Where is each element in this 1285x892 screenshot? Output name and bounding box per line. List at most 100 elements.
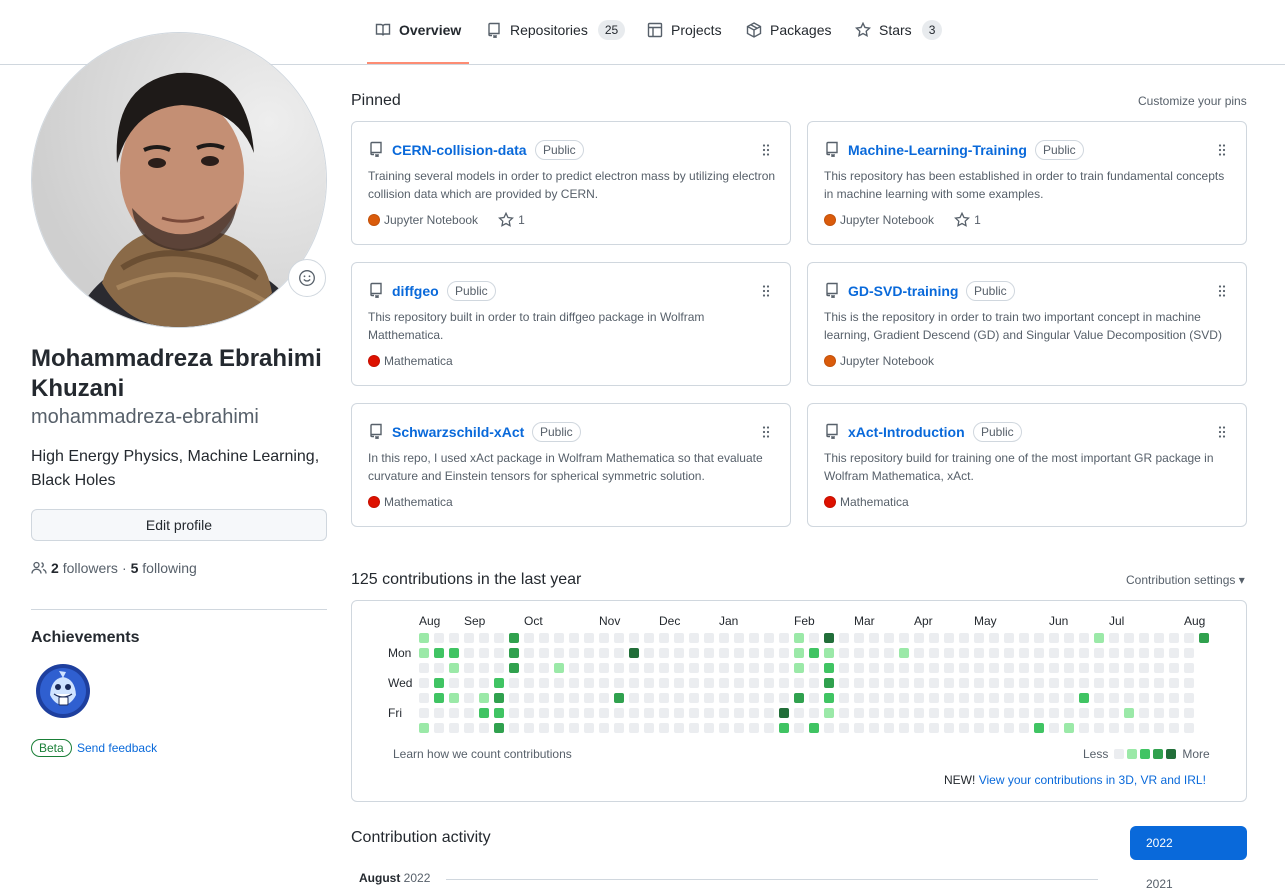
contribution-day[interactable]: [1109, 663, 1119, 673]
contribution-day[interactable]: [509, 723, 519, 733]
contribution-day[interactable]: [794, 723, 804, 733]
contribution-day[interactable]: [479, 678, 489, 688]
contribution-day[interactable]: [674, 648, 684, 658]
contribution-day[interactable]: [929, 678, 939, 688]
contribution-day[interactable]: [434, 648, 444, 658]
contribution-day[interactable]: [854, 708, 864, 718]
contribution-day[interactable]: [674, 678, 684, 688]
edit-profile-button[interactable]: Edit profile: [31, 509, 327, 541]
drag-handle-icon[interactable]: [758, 142, 774, 158]
contribution-day[interactable]: [719, 708, 729, 718]
contribution-day[interactable]: [1064, 663, 1074, 673]
contribution-day[interactable]: [464, 723, 474, 733]
contribution-day[interactable]: [629, 648, 639, 658]
contribution-day[interactable]: [569, 723, 579, 733]
contribution-day[interactable]: [554, 648, 564, 658]
contribution-day[interactable]: [929, 723, 939, 733]
contribution-day[interactable]: [1064, 693, 1074, 703]
contribution-day[interactable]: [509, 678, 519, 688]
contribution-day[interactable]: [584, 663, 594, 673]
contribution-day[interactable]: [839, 708, 849, 718]
contribution-day[interactable]: [689, 648, 699, 658]
contribution-day[interactable]: [1184, 648, 1194, 658]
contribution-day[interactable]: [989, 693, 999, 703]
contribution-day[interactable]: [929, 708, 939, 718]
contribution-day[interactable]: [659, 693, 669, 703]
contribution-day[interactable]: [1079, 678, 1089, 688]
contribution-day[interactable]: [659, 708, 669, 718]
contribution-day[interactable]: [1139, 723, 1149, 733]
contribution-day[interactable]: [809, 633, 819, 643]
contribution-day[interactable]: [689, 633, 699, 643]
contribution-day[interactable]: [1034, 633, 1044, 643]
contribution-day[interactable]: [1094, 648, 1104, 658]
contribution-day[interactable]: [704, 708, 714, 718]
contribution-day[interactable]: [1139, 633, 1149, 643]
contribution-day[interactable]: [419, 708, 429, 718]
contribution-day[interactable]: [1004, 633, 1014, 643]
contribution-day[interactable]: [1049, 633, 1059, 643]
contribution-day[interactable]: [524, 663, 534, 673]
contribution-day[interactable]: [719, 663, 729, 673]
contribution-day[interactable]: [929, 648, 939, 658]
contribution-day[interactable]: [599, 663, 609, 673]
contribution-day[interactable]: [449, 648, 459, 658]
repo-name-link[interactable]: Machine-Learning-Training: [848, 140, 1027, 160]
contribution-day[interactable]: [884, 723, 894, 733]
contribution-day[interactable]: [479, 648, 489, 658]
contribution-day[interactable]: [1019, 693, 1029, 703]
contribution-day[interactable]: [449, 708, 459, 718]
contribution-day[interactable]: [1034, 648, 1044, 658]
contribution-day[interactable]: [749, 723, 759, 733]
contribution-day[interactable]: [869, 663, 879, 673]
contribution-day[interactable]: [914, 693, 924, 703]
contribution-day[interactable]: [704, 723, 714, 733]
contribution-day[interactable]: [794, 648, 804, 658]
contribution-day[interactable]: [809, 678, 819, 688]
contribution-day[interactable]: [749, 663, 759, 673]
contribution-day[interactable]: [1154, 693, 1164, 703]
contribution-day[interactable]: [914, 633, 924, 643]
contribution-day[interactable]: [1049, 648, 1059, 658]
contribution-day[interactable]: [839, 678, 849, 688]
contribution-day[interactable]: [599, 633, 609, 643]
contribution-day[interactable]: [629, 708, 639, 718]
contribution-day[interactable]: [809, 708, 819, 718]
contribution-day[interactable]: [764, 723, 774, 733]
contribution-day[interactable]: [1004, 678, 1014, 688]
contribution-day[interactable]: [659, 678, 669, 688]
repo-stars-link[interactable]: 1: [954, 211, 981, 229]
contribution-day[interactable]: [1154, 663, 1164, 673]
contribution-day[interactable]: [764, 678, 774, 688]
contribution-day[interactable]: [1079, 633, 1089, 643]
contribution-day[interactable]: [959, 663, 969, 673]
contribution-day[interactable]: [1004, 693, 1014, 703]
contribution-day[interactable]: [974, 723, 984, 733]
contribution-day[interactable]: [959, 708, 969, 718]
contribution-day[interactable]: [959, 693, 969, 703]
contribution-day[interactable]: [839, 663, 849, 673]
contribution-day[interactable]: [614, 648, 624, 658]
contribution-day[interactable]: [899, 678, 909, 688]
contribution-day[interactable]: [989, 648, 999, 658]
contribution-day[interactable]: [1184, 693, 1194, 703]
contribution-day[interactable]: [524, 723, 534, 733]
contribution-day[interactable]: [419, 723, 429, 733]
contribution-day[interactable]: [644, 723, 654, 733]
contribution-day[interactable]: [854, 633, 864, 643]
contribution-day[interactable]: [839, 693, 849, 703]
contribution-day[interactable]: [479, 693, 489, 703]
contribution-day[interactable]: [779, 648, 789, 658]
contribution-day[interactable]: [809, 693, 819, 703]
contribution-day[interactable]: [434, 693, 444, 703]
contribution-day[interactable]: [539, 723, 549, 733]
contribution-day[interactable]: [824, 693, 834, 703]
contribution-day[interactable]: [644, 693, 654, 703]
contribution-day[interactable]: [1019, 648, 1029, 658]
contribution-day[interactable]: [704, 648, 714, 658]
contribution-day[interactable]: [1094, 663, 1104, 673]
contribution-day[interactable]: [1154, 723, 1164, 733]
contribution-day[interactable]: [869, 723, 879, 733]
contribution-day[interactable]: [554, 633, 564, 643]
contribution-day[interactable]: [824, 723, 834, 733]
